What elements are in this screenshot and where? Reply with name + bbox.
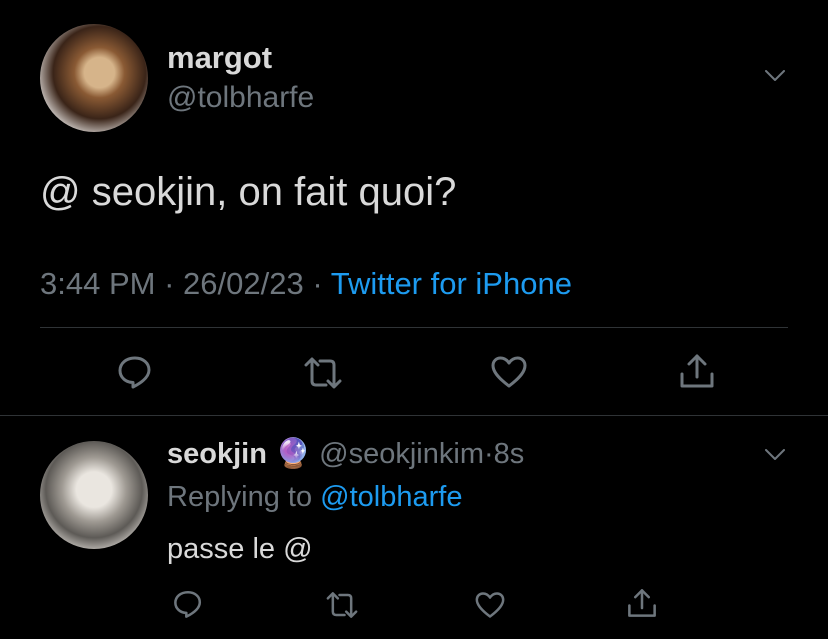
reply-icon[interactable] [116,353,154,391]
divider [40,327,788,328]
replying-to-handle[interactable]: @tolbharfe [320,481,462,513]
replying-to-line: Replying to @tolbharfe [167,481,462,514]
reply-age: 8s [493,438,525,470]
author-display-name[interactable]: margot [167,40,272,76]
chevron-down-icon[interactable] [765,449,785,461]
meta-separator: · [312,266,323,301]
like-icon[interactable] [474,591,506,619]
reply-handle[interactable]: @seokjinkim [319,438,484,470]
divider [0,415,828,416]
meta-separator: · [164,266,175,301]
reply-text: passe le @ [167,533,313,565]
tweet-date: 26/02/23 [183,266,304,301]
reply-author-avatar[interactable] [40,441,148,549]
author-avatar[interactable] [40,24,148,132]
tweet-text: @ seokjin, on fait quoi? [40,170,457,214]
chevron-down-icon[interactable] [765,70,785,82]
crystal-ball-icon: 🔮 [275,438,312,470]
tweet-source-link[interactable]: Twitter for iPhone [331,266,572,301]
reply-header: seokjin 🔮 @seokjinkim·8s [167,437,524,471]
reply-icon[interactable] [172,588,204,620]
share-icon[interactable] [678,352,716,390]
tweet-meta: 3:44 PM · 26/02/23 · Twitter for iPhone [40,266,572,302]
replying-to-label: Replying to [167,481,313,513]
share-icon[interactable] [626,587,658,619]
reply-display-name[interactable]: seokjin [167,438,267,470]
like-icon[interactable] [490,355,528,389]
meta-separator: · [483,438,494,470]
tweet-time: 3:44 PM [40,266,156,301]
author-handle[interactable]: @tolbharfe [167,81,314,115]
retweet-icon[interactable] [302,355,344,391]
retweet-icon[interactable] [324,590,360,620]
